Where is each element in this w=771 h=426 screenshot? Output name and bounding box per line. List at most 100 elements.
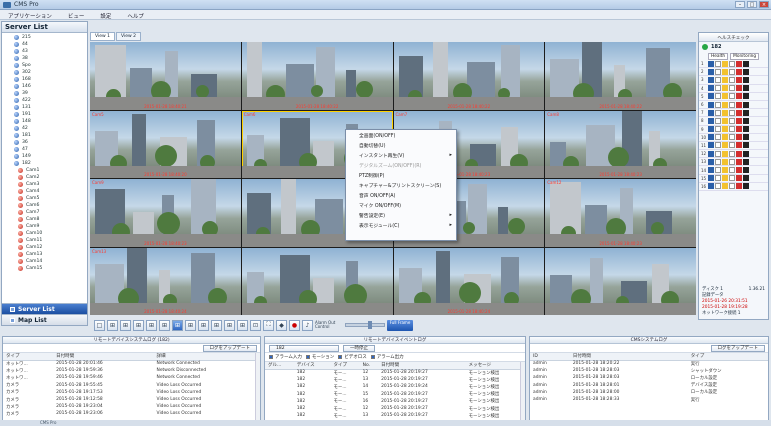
table-row[interactable]: ネットワ... 2015-01-28 19:59:46 Network Connec… xyxy=(3,374,260,381)
checkbox-icon[interactable] xyxy=(338,354,343,359)
layout-64-icon[interactable]: ⊞ xyxy=(237,319,248,331)
alarm-icon[interactable]: ◆ xyxy=(276,319,287,331)
server-item[interactable]: 149 xyxy=(2,153,87,160)
menu-application[interactable]: アプリケーション xyxy=(0,10,60,20)
minimize-icon[interactable]: – xyxy=(735,1,745,8)
table-row[interactable]: admin 2015-01-28 18:28:00 ローカル設定 xyxy=(530,389,768,396)
camera-item[interactable]: Cam15 xyxy=(2,265,87,272)
column-header[interactable]: 日付時間 xyxy=(53,353,154,361)
table-row[interactable]: 182 モー... 12 2015-01-28 20:19:27 モーション検出 xyxy=(265,405,525,412)
camera-item[interactable]: Cam4 xyxy=(2,188,87,195)
checkbox-icon[interactable] xyxy=(370,354,375,359)
camera-item[interactable]: Cam11 xyxy=(2,237,87,244)
layout-9-icon[interactable]: ⊞ xyxy=(146,319,157,331)
server-item[interactable]: 36 xyxy=(2,139,87,146)
server-item[interactable]: 47 xyxy=(2,146,87,153)
layout-36-icon[interactable]: ⊞ xyxy=(211,319,222,331)
checkbox-icon[interactable] xyxy=(269,354,273,359)
camera-item[interactable]: Cam9 xyxy=(2,223,87,230)
camera-tile[interactable]: 2015-01-28 18:40:22 xyxy=(545,42,696,110)
table-row[interactable]: 182 モー... 13 2015-01-28 20:19:27 モーション検出 xyxy=(265,376,525,383)
filter-checkbox[interactable]: ビデオロス xyxy=(338,354,367,360)
tab-view-2[interactable]: View 2 xyxy=(115,32,141,41)
camera-item[interactable]: Cam1 xyxy=(2,167,87,174)
server-item[interactable]: 44 xyxy=(2,41,87,48)
column-header[interactable]: タイプ xyxy=(687,353,768,361)
context-menu-item[interactable]: 全画面(ON/OFF) xyxy=(346,130,456,140)
audio-icon[interactable]: ♪ xyxy=(302,319,313,331)
checkbox-icon[interactable] xyxy=(305,354,310,359)
layout-1-icon[interactable]: □ xyxy=(94,319,105,331)
health-col-health[interactable]: Health xyxy=(708,52,729,60)
close-icon[interactable]: × xyxy=(759,1,769,8)
camera-tile[interactable] xyxy=(545,247,696,315)
camera-tile[interactable]: Cam9 2015-01-28 18:40:23 xyxy=(90,179,241,247)
table-row[interactable]: カメラ 2015-01-28 19:12:58 Video Loss Occurre… xyxy=(3,396,260,403)
context-menu-item[interactable]: キャプチャー&プリントスクリーン(S) xyxy=(346,180,456,190)
maximize-icon[interactable]: □ xyxy=(747,1,757,8)
table-row[interactable]: admin 2015-01-28 18:28:03 ローカル設定 xyxy=(530,374,768,381)
camera-tile[interactable]: 2015-01-28 18:40:22 xyxy=(393,42,545,110)
layout-20-icon[interactable]: ⊞ xyxy=(185,319,196,331)
camera-item[interactable]: Cam6 xyxy=(2,202,87,209)
layout-49-icon[interactable]: ⊞ xyxy=(224,319,235,331)
menu-settings[interactable]: 設定 xyxy=(92,10,119,20)
table-row[interactable]: カメラ 2015-01-28 19:23:04 Video Loss Occurre… xyxy=(3,403,260,410)
camera-item[interactable]: Cam5 xyxy=(2,195,87,202)
layout-8-icon[interactable]: ⊞ xyxy=(133,319,144,331)
camera-tile[interactable]: 2015-01-28 18:40:22 xyxy=(241,42,393,110)
health-col-monitoring[interactable]: Monitoring xyxy=(730,52,760,60)
table-row[interactable]: カメラ 2015-01-28 19:23:06 Video Loss Occurre… xyxy=(3,410,260,417)
layout-25-icon[interactable]: ⊞ xyxy=(198,319,209,331)
context-menu-item[interactable]: PTZ制御(P) xyxy=(346,170,456,180)
camera-item[interactable]: Cam12 xyxy=(2,244,87,251)
column-header[interactable]: 日付時間 xyxy=(569,353,688,361)
context-menu-item[interactable]: デジタルズーム(ON/OFF)(R) xyxy=(346,160,456,170)
camera-item[interactable]: Cam10 xyxy=(2,230,87,237)
server-item[interactable]: 146 xyxy=(2,83,87,90)
server-item[interactable]: 181 xyxy=(2,132,87,139)
camera-tile[interactable]: Cam13 2015-01-28 18:40:24 xyxy=(90,247,241,315)
scrollbar[interactable] xyxy=(520,362,525,421)
tab-server-list[interactable]: Server List xyxy=(2,303,87,314)
table-row[interactable]: ネットワ... 2015-01-28 20:01:46 Network Connec… xyxy=(3,360,260,367)
column-header[interactable]: 詳細 xyxy=(153,353,260,361)
context-menu-item[interactable]: 表示モジュール(C) ▸ xyxy=(346,220,456,230)
table-row[interactable]: 182 モー... 12 2015-01-28 20:19:27 モーション検出 xyxy=(265,369,525,376)
camera-item[interactable]: Cam14 xyxy=(2,258,87,265)
camera-tile[interactable]: 2015-01-28 18:40:21 xyxy=(90,42,241,110)
menu-help[interactable]: ヘルプ xyxy=(119,10,152,20)
camera-tile[interactable] xyxy=(241,247,393,315)
context-menu-item[interactable]: インスタント再生(V) ▸ xyxy=(346,150,456,160)
tab-map-list[interactable]: Map List xyxy=(2,314,87,325)
column-header[interactable]: デバイス xyxy=(293,362,331,370)
server-item[interactable]: 422 xyxy=(2,97,87,104)
camera-tile[interactable]: Cam8 2015-01-28 18:40:23 xyxy=(545,110,696,178)
server-item[interactable]: 168 xyxy=(2,76,87,83)
camera-tile[interactable]: Cam5 2015-01-28 18:40:20 xyxy=(90,110,241,178)
scrollbar[interactable] xyxy=(255,353,260,421)
filter-checkbox[interactable]: モーション xyxy=(305,354,334,360)
server-item[interactable]: 215 xyxy=(2,34,87,41)
table-row[interactable]: 182 モー... 16 2015-01-28 20:19:27 モーション検出 xyxy=(265,398,525,405)
camera-item[interactable]: Cam7 xyxy=(2,209,87,216)
tab-view-1[interactable]: View 1 xyxy=(90,32,115,41)
camera-item[interactable]: Cam13 xyxy=(2,251,87,258)
table-row[interactable]: admin 2015-01-28 18:28:33 実行 xyxy=(530,396,768,403)
server-item[interactable]: 302 xyxy=(2,69,87,76)
context-menu-item[interactable]: マイク ON/OFF(M) xyxy=(346,200,456,210)
server-item[interactable]: Spo xyxy=(2,62,87,69)
table-row[interactable]: 182 モー... 13 2015-01-28 20:19:27 モーション検出 xyxy=(265,412,525,419)
server-item[interactable]: 191 xyxy=(2,111,87,118)
server-item[interactable]: 38 xyxy=(2,55,87,62)
column-header[interactable]: 日付時間 xyxy=(378,362,466,370)
layout-custom-icon[interactable]: ⊡ xyxy=(250,319,261,331)
table-row[interactable]: ネットワ... 2015-01-28 19:59:36 Network Discon… xyxy=(3,367,260,374)
server-item[interactable]: 131 xyxy=(2,104,87,111)
camera-item[interactable]: Cam2 xyxy=(2,174,87,181)
table-row[interactable]: admin 2015-01-28 18:20:22 実行 xyxy=(530,360,768,367)
filter-checkbox[interactable]: アラーム出力 xyxy=(370,354,404,360)
fullscreen-icon[interactable]: ⛶ xyxy=(263,319,274,331)
context-menu-item[interactable]: 自動切替(U) xyxy=(346,140,456,150)
column-header[interactable]: タイプ xyxy=(330,362,360,370)
